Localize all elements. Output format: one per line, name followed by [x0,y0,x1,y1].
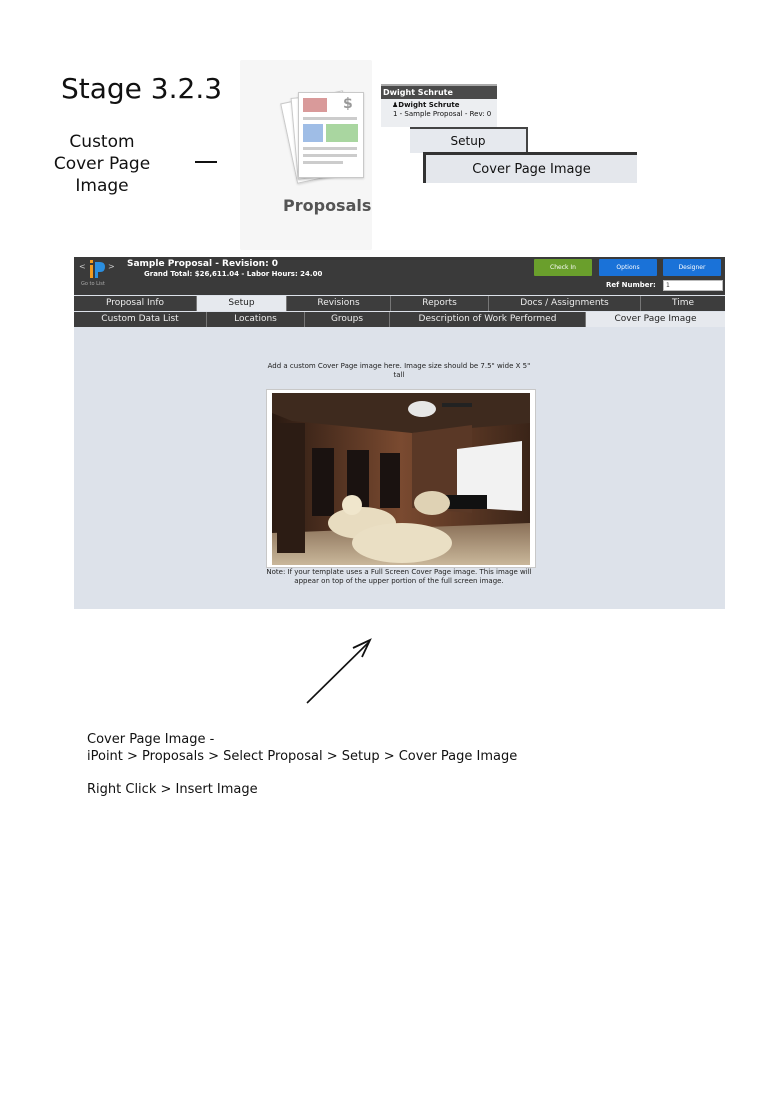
tab-description-of-work[interactable]: Description of Work Performed [390,312,586,327]
previous-button[interactable]: < [79,262,86,271]
setup-tab-callout[interactable]: Setup [410,127,528,153]
tab-proposal-info[interactable]: Proposal Info [74,296,197,311]
user-box-header: Dwight Schrute [381,86,497,99]
designer-button[interactable]: Designer [663,259,721,276]
dash-divider [195,161,217,163]
document-sheet-front: $ [298,92,364,178]
proposal-app-window: < > Go to List Sample Proposal - Revisio… [74,257,725,609]
tab-setup[interactable]: Setup [197,296,287,311]
custom-cover-page-label: Custom Cover Page Image [46,131,158,197]
proposal-title: Sample Proposal - Revision: 0 [127,259,279,269]
tab-docs-assignments[interactable]: Docs / Assignments [489,296,641,311]
user-proposal-box[interactable]: Dwight Schrute ♟Dwight Schrute 1 - Sampl… [381,84,497,127]
custom-label-line-2: Cover Page [53,154,151,174]
cover-page-image-tab-callout[interactable]: Cover Page Image [423,152,637,183]
stage-title: Stage 3.2.3 [61,72,223,105]
path-heading: Cover Page Image - [87,732,215,747]
ref-number-label: Ref Number: [606,281,656,289]
full-screen-note: Note: If your template uses a Full Scree… [266,568,532,585]
proposals-label: Proposals [283,196,372,215]
next-button[interactable]: > [108,262,115,271]
instruction-text: Add a custom Cover Page image here. Imag… [267,362,531,379]
tab-custom-data-list[interactable]: Custom Data List [74,312,207,327]
ipoint-logo [90,260,105,278]
insert-image-instruction: Right Click > Insert Image [87,782,258,797]
options-button[interactable]: Options [599,259,657,276]
cover-image-dropzone[interactable] [266,389,536,568]
tab-reports[interactable]: Reports [391,296,489,311]
custom-label-line-3: Image [75,176,129,196]
tab-revisions[interactable]: Revisions [287,296,391,311]
dollar-icon: $ [343,96,353,112]
arrow-icon [306,638,372,704]
tab-time[interactable]: Time [641,296,725,311]
go-to-list-link[interactable]: Go to List [81,281,105,287]
home-theater-photo [272,393,530,565]
tab-cover-page-image[interactable]: Cover Page Image [586,312,725,327]
main-tab-bar: Proposal Info Setup Revisions Reports Do… [74,296,725,311]
navigation-path: iPoint > Proposals > Select Proposal > S… [87,749,518,764]
setup-sub-tab-bar: Custom Data List Locations Groups Descri… [74,312,725,327]
proposal-totals: Grand Total: $26,611.04 - Labor Hours: 2… [144,270,323,278]
user-name-text: Dwight Schrute [398,101,460,109]
app-header: < > Go to List Sample Proposal - Revisio… [74,257,725,295]
tab-locations[interactable]: Locations [207,312,305,327]
tab-groups[interactable]: Groups [305,312,390,327]
ref-number-input[interactable]: 1 [663,280,723,291]
check-in-button[interactable]: Check In [534,259,592,276]
proposal-revision: 1 - Sample Proposal - Rev: 0 [393,110,492,118]
proposals-icon[interactable]: $ [240,60,372,250]
user-name: ♟Dwight Schrute [381,99,497,109]
custom-label-line-1: Custom [69,132,135,152]
